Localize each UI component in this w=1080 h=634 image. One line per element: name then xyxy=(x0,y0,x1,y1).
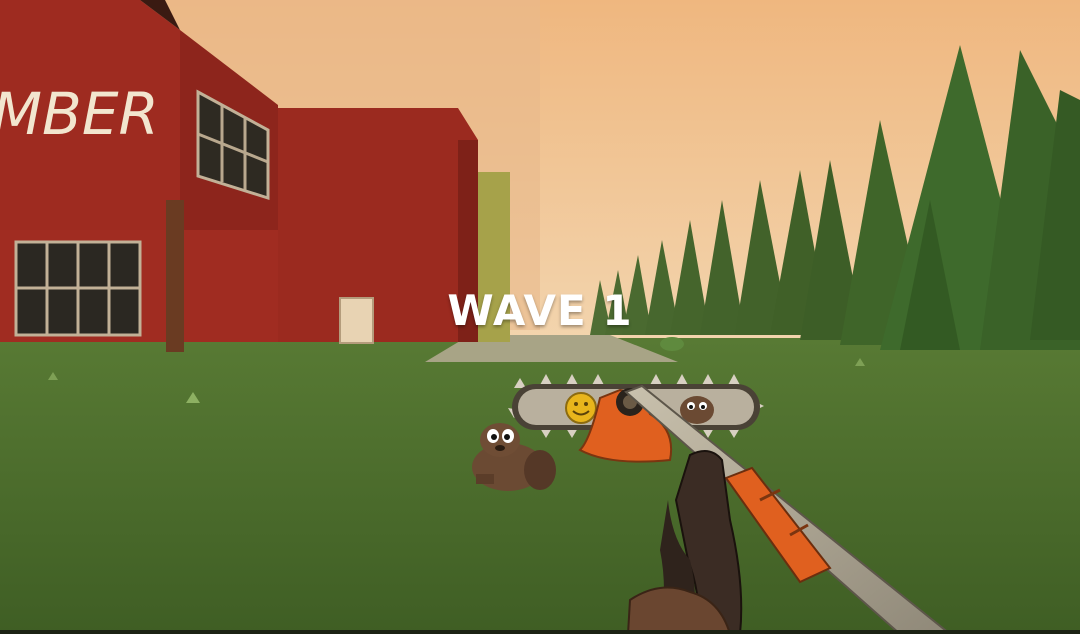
wave-banner: WAVE 1 xyxy=(447,286,633,335)
game-viewport[interactable]: MBER WAVE 1 xyxy=(0,0,1080,634)
barn-sign: MBER xyxy=(0,80,159,148)
smiley-face-icon xyxy=(565,392,597,424)
